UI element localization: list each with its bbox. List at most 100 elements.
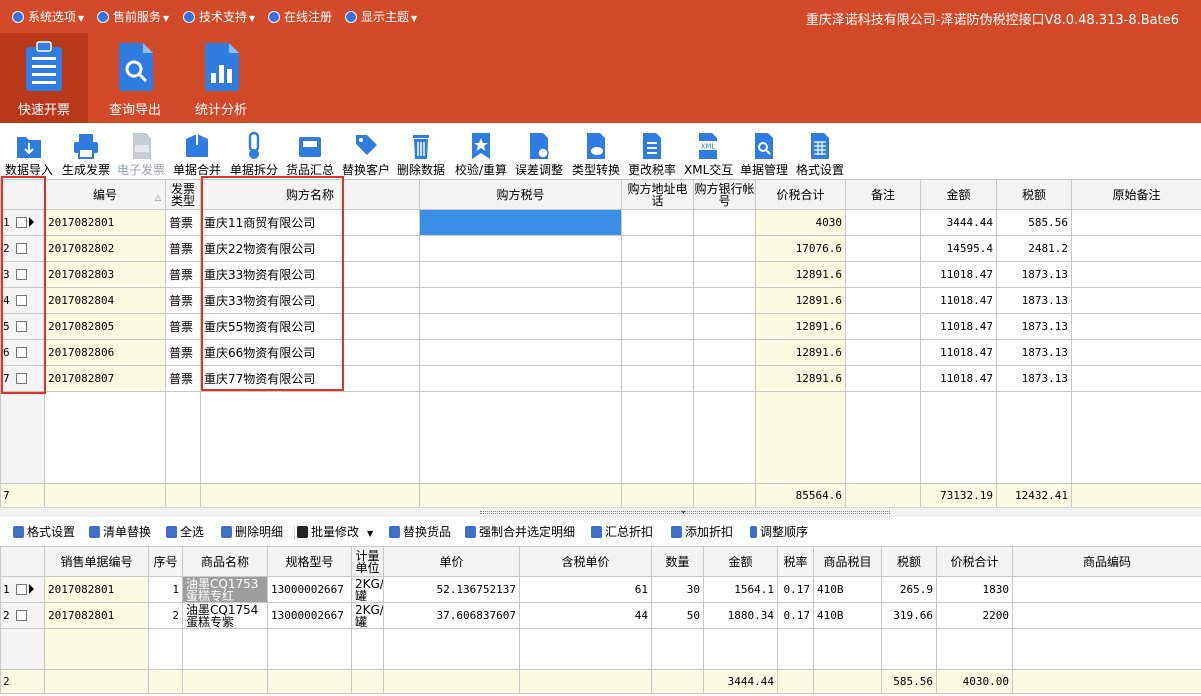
detail-col-unit[interactable]: 计量单位 bbox=[351, 546, 384, 577]
detail-col-amount[interactable]: 金额 bbox=[703, 546, 778, 577]
row-selector[interactable]: 2 bbox=[0, 235, 45, 262]
cell-amount[interactable]: 3444.44 bbox=[920, 209, 997, 236]
invoice-row[interactable]: 3 2017082803 普票 重庆33物资有限公司 12891.6 11018.47 18… bbox=[0, 261, 1201, 288]
detail-force-merge-button[interactable]: 强制合并选定明细 bbox=[465, 524, 575, 540]
cell-number[interactable]: 2017082806 bbox=[44, 339, 166, 366]
cell-invoice-type[interactable]: 普票 bbox=[165, 287, 201, 314]
detail-cell-rate[interactable]: 0.17 bbox=[777, 602, 814, 629]
detail-cell-tax[interactable]: 319.66 bbox=[881, 602, 937, 629]
row-checkbox[interactable] bbox=[16, 321, 27, 332]
cell-remark[interactable] bbox=[845, 209, 921, 236]
row-checkbox[interactable] bbox=[16, 373, 27, 384]
cell-buyer-bank[interactable] bbox=[693, 235, 756, 262]
error-adjust-button[interactable]: 误差调整 bbox=[513, 131, 565, 177]
detail-col-name[interactable]: 商品名称 bbox=[182, 546, 268, 577]
cell-total[interactable]: 12891.6 bbox=[755, 261, 846, 288]
detail-col-rate[interactable]: 税率 bbox=[777, 546, 814, 577]
goods-summary-button[interactable]: 货品汇总 bbox=[285, 131, 335, 177]
cell-number[interactable]: 2017082802 bbox=[44, 235, 166, 262]
generate-invoice-button[interactable]: 生成发票 bbox=[61, 131, 111, 177]
detail-list-replace-button[interactable]: 清单替换 bbox=[89, 524, 151, 540]
cell-invoice-type[interactable]: 普票 bbox=[165, 261, 201, 288]
document-management-button[interactable]: 单据管理 bbox=[738, 131, 790, 177]
detail-cell-spec[interactable]: 13000002667 bbox=[267, 602, 352, 629]
col-header-buyer-tax-id[interactable]: 购方税号 bbox=[419, 179, 622, 210]
cell-buyer-address[interactable] bbox=[621, 209, 694, 236]
cell-buyer-tax-id[interactable] bbox=[419, 209, 622, 236]
detail-cell-code[interactable] bbox=[1012, 602, 1201, 629]
cell-number[interactable]: 2017082803 bbox=[44, 261, 166, 288]
detail-col-code[interactable]: 商品编码 bbox=[1012, 546, 1201, 577]
menu-online-register[interactable]: 在线注册 bbox=[268, 9, 332, 25]
cell-buyer-address[interactable] bbox=[621, 339, 694, 366]
cell-original-remark[interactable] bbox=[1071, 209, 1201, 236]
row-selector[interactable]: 3 bbox=[0, 261, 45, 288]
cell-buyer-name[interactable]: 重庆11商贸有限公司 bbox=[200, 209, 420, 236]
detail-cell-price[interactable]: 37.606837607 bbox=[383, 602, 520, 629]
cell-buyer-name[interactable]: 重庆77物资有限公司 bbox=[200, 365, 420, 392]
row-checkbox[interactable] bbox=[16, 243, 27, 254]
row-checkbox[interactable] bbox=[16, 269, 27, 280]
cell-amount[interactable]: 11018.47 bbox=[920, 261, 997, 288]
detail-cell-seq[interactable]: 1 bbox=[148, 576, 183, 603]
cell-total[interactable]: 4030 bbox=[755, 209, 846, 236]
type-convert-button[interactable]: 类型转换 bbox=[570, 131, 622, 177]
row-checkbox[interactable] bbox=[16, 584, 27, 595]
cell-invoice-type[interactable]: 普票 bbox=[165, 365, 201, 392]
detail-delete-button[interactable]: 删除明细 bbox=[221, 524, 283, 540]
row-selector[interactable]: 6 bbox=[0, 339, 45, 366]
detail-cell-name[interactable]: 油墨CQ1754蛋糕专紫 bbox=[182, 602, 268, 629]
cell-original-remark[interactable] bbox=[1071, 287, 1201, 314]
detail-cell-doc-id[interactable]: 2017082801 bbox=[44, 602, 149, 629]
cell-original-remark[interactable] bbox=[1071, 235, 1201, 262]
cell-number[interactable]: 2017082805 bbox=[44, 313, 166, 340]
menu-tech-support[interactable]: 技术支持 ▼ bbox=[183, 9, 255, 25]
detail-cell-name[interactable]: 油墨CQ1753蛋糕专红 bbox=[182, 576, 268, 603]
detail-add-discount-button[interactable]: 添加折扣 bbox=[671, 524, 733, 540]
cell-tax[interactable]: 1873.13 bbox=[996, 287, 1072, 314]
cell-total[interactable]: 17076.6 bbox=[755, 235, 846, 262]
cell-buyer-tax-id[interactable] bbox=[419, 261, 622, 288]
detail-col-price[interactable]: 单价 bbox=[383, 546, 520, 577]
col-header-total[interactable]: 价税合计 bbox=[755, 179, 846, 210]
row-selector[interactable]: 4 bbox=[0, 287, 45, 314]
row-checkbox[interactable] bbox=[16, 347, 27, 358]
replace-customer-button[interactable]: 替换客户 bbox=[340, 131, 392, 177]
detail-col-total[interactable]: 价税合计 bbox=[936, 546, 1013, 577]
cell-total[interactable]: 12891.6 bbox=[755, 339, 846, 366]
detail-col-spec[interactable]: 规格型号 bbox=[267, 546, 352, 577]
cell-buyer-tax-id[interactable] bbox=[419, 235, 622, 262]
invoice-row[interactable]: 5 2017082805 普票 重庆55物资有限公司 12891.6 11018.47 18… bbox=[0, 313, 1201, 340]
col-header-buyer-name[interactable]: 购方名称 bbox=[200, 179, 420, 210]
col-header-remark[interactable]: 备注 bbox=[845, 179, 921, 210]
detail-cell-total[interactable]: 1830 bbox=[936, 576, 1013, 603]
cell-amount[interactable]: 11018.47 bbox=[920, 365, 997, 392]
cell-tax[interactable]: 2481.2 bbox=[996, 235, 1072, 262]
detail-batch-edit-button[interactable]: 批量修改 ▼ bbox=[297, 524, 373, 540]
row-checkbox[interactable] bbox=[16, 217, 27, 228]
cell-remark[interactable] bbox=[845, 365, 921, 392]
detail-cell-price-tax[interactable]: 44 bbox=[519, 602, 652, 629]
e-invoice-button[interactable]: 电子发票 bbox=[116, 131, 166, 177]
detail-cell-tax-item[interactable]: 410B bbox=[813, 576, 882, 603]
cell-tax[interactable]: 585.56 bbox=[996, 209, 1072, 236]
cell-buyer-tax-id[interactable] bbox=[419, 287, 622, 314]
cell-buyer-tax-id[interactable] bbox=[419, 365, 622, 392]
detail-adjust-order-button[interactable]: 调整顺序 bbox=[750, 524, 808, 540]
cell-original-remark[interactable] bbox=[1071, 339, 1201, 366]
invoice-row[interactable]: 4 2017082804 普票 重庆33物资有限公司 12891.6 11018.47 18… bbox=[0, 287, 1201, 314]
cell-buyer-bank[interactable] bbox=[693, 313, 756, 340]
cell-buyer-bank[interactable] bbox=[693, 287, 756, 314]
cell-tax[interactable]: 1873.13 bbox=[996, 261, 1072, 288]
detail-summary-discount-button[interactable]: 汇总折扣 bbox=[591, 524, 653, 540]
detail-cell-doc-id[interactable]: 2017082801 bbox=[44, 576, 149, 603]
detail-cell-spec[interactable]: 13000002667 bbox=[267, 576, 352, 603]
menu-presales-service[interactable]: 售前服务 ▼ bbox=[97, 9, 169, 25]
cell-invoice-type[interactable]: 普票 bbox=[165, 209, 201, 236]
detail-cell-qty[interactable]: 50 bbox=[651, 602, 704, 629]
cell-buyer-tax-id[interactable] bbox=[419, 339, 622, 366]
detail-col-seq[interactable]: 序号 bbox=[148, 546, 183, 577]
detail-cell-price-tax[interactable]: 61 bbox=[519, 576, 652, 603]
cell-original-remark[interactable] bbox=[1071, 365, 1201, 392]
cell-buyer-tax-id[interactable] bbox=[419, 313, 622, 340]
